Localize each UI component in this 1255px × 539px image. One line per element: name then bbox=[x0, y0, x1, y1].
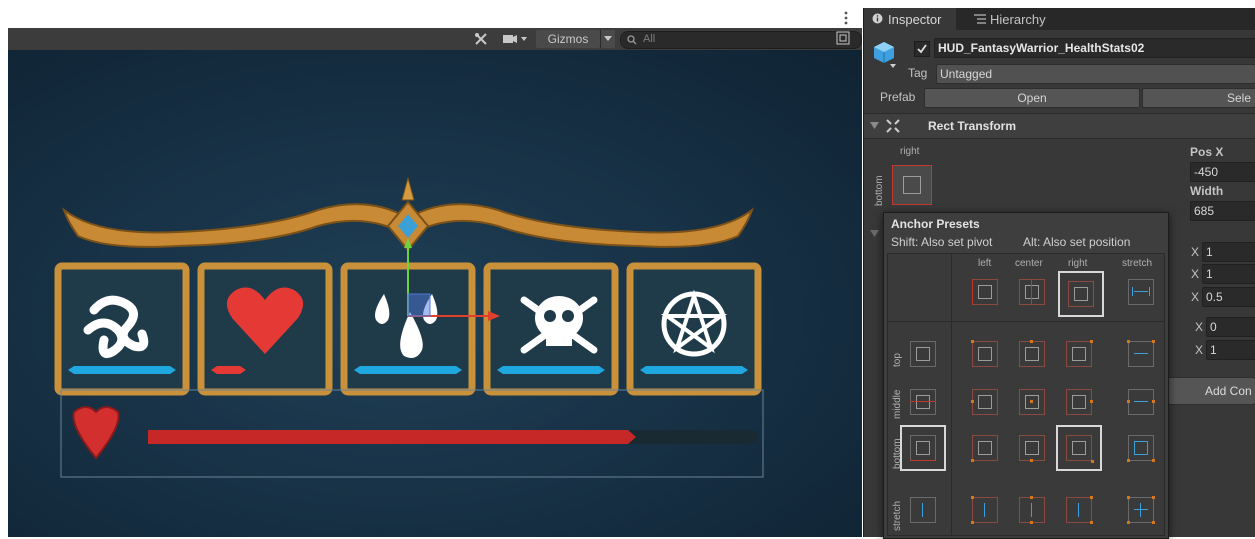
prefab-label: Prefab bbox=[880, 90, 916, 104]
row-label-top: top bbox=[892, 353, 903, 367]
alt-hint: Alt: Also set position bbox=[1023, 235, 1131, 249]
gameobject-cube-icon[interactable] bbox=[872, 40, 896, 68]
preset-stretch-right[interactable] bbox=[1062, 493, 1096, 527]
scene-toolbar: Gizmos All bbox=[8, 28, 862, 51]
rect-transform-icon bbox=[886, 119, 900, 133]
add-component-label: Add Con bbox=[1205, 384, 1252, 398]
tag-label: Tag bbox=[908, 66, 928, 80]
pos-x-field[interactable]: -450 bbox=[1190, 162, 1255, 182]
preset-middle-stretch[interactable] bbox=[1124, 385, 1158, 419]
crossed-tools-icon[interactable] bbox=[470, 30, 492, 48]
preset-bottom-center[interactable] bbox=[1015, 431, 1049, 465]
x-row-field-4[interactable]: 0 bbox=[1206, 317, 1255, 337]
shift-hint: Shift: Also set pivot bbox=[891, 235, 993, 249]
preset-top-center[interactable] bbox=[1015, 337, 1049, 371]
add-component-button[interactable]: Add Con bbox=[1164, 377, 1255, 405]
row-label-middle: middle bbox=[892, 389, 903, 419]
tag-dropdown[interactable]: Untagged bbox=[936, 64, 1255, 84]
scene-search-input[interactable]: All bbox=[620, 31, 862, 49]
foldout-arrow-icon bbox=[870, 230, 879, 237]
prefab-open-button[interactable]: Open bbox=[924, 88, 1140, 108]
preset-top-right[interactable] bbox=[1062, 337, 1096, 371]
width-label: Width bbox=[1190, 184, 1224, 198]
anchor-horizontal-label: right bbox=[900, 146, 920, 157]
x-row-label-2: X bbox=[1191, 267, 1200, 281]
col-label-stretch: stretch bbox=[1122, 258, 1153, 269]
anchor-presets-popup: Anchor Presets Shift: Also set pivot Alt… bbox=[883, 212, 1169, 539]
x-row-field-5[interactable]: 1 bbox=[1206, 340, 1255, 360]
anchor-preset-button[interactable] bbox=[892, 165, 932, 205]
preset-stretch-left[interactable] bbox=[968, 493, 1002, 527]
preset-top-left[interactable] bbox=[968, 337, 1002, 371]
scene-view[interactable] bbox=[8, 50, 862, 537]
prefab-select-button[interactable]: Sele bbox=[1142, 88, 1255, 108]
x-row-label-3: X bbox=[1191, 290, 1200, 304]
x-row-field-2[interactable]: 1 bbox=[1202, 264, 1255, 284]
search-icon bbox=[627, 35, 637, 45]
gizmos-dropdown[interactable] bbox=[600, 30, 615, 48]
preset-stretch-stretch[interactable] bbox=[1124, 493, 1158, 527]
x-row-label-4: X bbox=[1195, 320, 1204, 334]
x-row-label-5: X bbox=[1195, 343, 1204, 357]
foldout-arrow-icon bbox=[870, 122, 879, 129]
x-row-field-3[interactable]: 0.5 bbox=[1202, 287, 1255, 307]
rect-transform-title: Rect Transform bbox=[928, 119, 1017, 133]
tab-inspector-label: Inspector bbox=[888, 12, 942, 27]
preset-bottom-right[interactable] bbox=[1056, 425, 1102, 471]
gizmos-button[interactable]: Gizmos bbox=[536, 30, 600, 48]
anchor-presets-title: Anchor Presets bbox=[891, 217, 980, 231]
preset-bottom-stretch[interactable] bbox=[1124, 431, 1158, 465]
x-row-label-1: X bbox=[1191, 245, 1200, 259]
anchor-vertical-label: bottom bbox=[874, 175, 885, 206]
search-placeholder: All bbox=[643, 33, 656, 45]
health-bar bbox=[72, 406, 758, 460]
preset-middle-right[interactable] bbox=[1062, 385, 1096, 419]
preset-stretch-center[interactable] bbox=[1015, 493, 1049, 527]
info-icon bbox=[872, 13, 883, 24]
row-label-stretch: stretch bbox=[892, 500, 903, 531]
preset-vertical-bottom[interactable] bbox=[900, 425, 946, 471]
preset-horizontal-left[interactable] bbox=[968, 275, 1002, 309]
preset-horizontal-stretch[interactable] bbox=[1124, 275, 1158, 309]
pos-x-label: Pos X bbox=[1190, 145, 1224, 159]
inspector-tabbar: Inspector Hierarchy bbox=[864, 8, 1255, 30]
maximize-icon[interactable] bbox=[836, 31, 850, 45]
preset-vertical-middle[interactable] bbox=[906, 385, 940, 419]
preset-bottom-left[interactable] bbox=[968, 431, 1002, 465]
active-checkbox[interactable] bbox=[914, 41, 930, 57]
preset-middle-center[interactable] bbox=[1015, 385, 1049, 419]
rect-transform-header[interactable]: Rect Transform bbox=[864, 113, 1255, 139]
camera-icon[interactable] bbox=[498, 30, 532, 48]
preset-horizontal-right[interactable] bbox=[1058, 271, 1104, 317]
tab-hierarchy-label: Hierarchy bbox=[990, 12, 1046, 27]
col-label-left: left bbox=[978, 258, 992, 269]
preset-vertical-top[interactable] bbox=[906, 337, 940, 371]
preset-middle-left[interactable] bbox=[968, 385, 1002, 419]
preset-top-stretch[interactable] bbox=[1124, 337, 1158, 371]
preset-horizontal-center[interactable] bbox=[1015, 275, 1049, 309]
x-row-field-1[interactable]: 1 bbox=[1202, 242, 1255, 262]
tag-value: Untagged bbox=[940, 67, 993, 81]
object-name-field[interactable]: HUD_FantasyWarrior_HealthStats02 bbox=[934, 38, 1255, 58]
hierarchy-list-icon bbox=[974, 14, 986, 24]
col-label-center: center bbox=[1015, 258, 1043, 269]
stat-bars bbox=[68, 366, 748, 374]
more-options-icon[interactable] bbox=[842, 10, 850, 26]
tab-inspector[interactable]: Inspector bbox=[864, 8, 956, 30]
preset-vertical-stretch[interactable] bbox=[906, 493, 940, 527]
col-label-right: right bbox=[1068, 258, 1088, 269]
tab-hierarchy[interactable]: Hierarchy bbox=[968, 8, 1078, 30]
width-field[interactable]: 685 bbox=[1190, 201, 1255, 221]
